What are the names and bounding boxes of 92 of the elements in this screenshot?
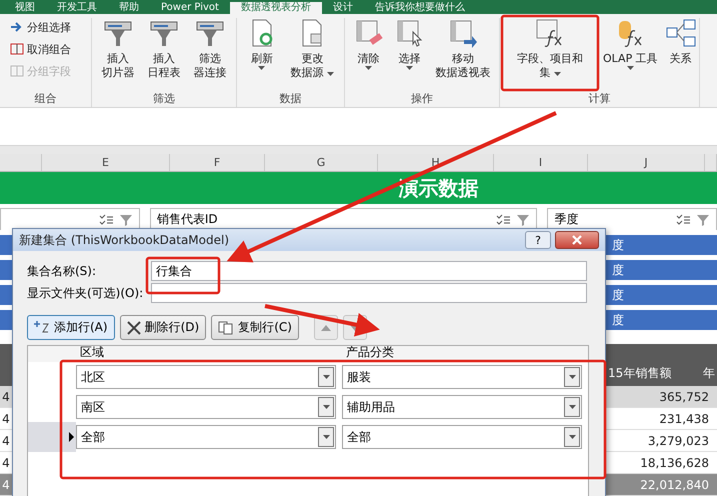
slicer-item[interactable]: 度 xyxy=(606,260,717,280)
arrow-icon xyxy=(10,21,24,33)
grid-column-header: 产品分类 xyxy=(345,346,395,361)
multi-select-icon[interactable] xyxy=(676,214,690,226)
dropdown-arrow-icon xyxy=(568,435,576,439)
table-cell: 22,012,840 xyxy=(606,474,717,496)
slicer-title: 销售代表ID xyxy=(156,211,219,228)
clear-filter-icon[interactable] xyxy=(118,214,133,226)
clear-filter-icon[interactable] xyxy=(696,214,710,226)
ribbon-tab[interactable]: 数据透视表分析 xyxy=(230,2,322,14)
grid-column-header: 区域 xyxy=(79,346,105,361)
caret-icon xyxy=(626,66,634,70)
delete-icon xyxy=(126,320,141,334)
dropdown-field[interactable]: 辅助用品 xyxy=(342,395,582,419)
column-header[interactable]: G xyxy=(265,154,378,171)
ribbon-button[interactable]: 选择 xyxy=(394,18,426,91)
ribbon-button[interactable]: 清除 xyxy=(352,18,384,91)
copy-icon xyxy=(218,320,234,334)
slicer-item[interactable]: 度 xyxy=(606,235,717,255)
ribbon-button[interactable]: 分组选择 xyxy=(10,18,87,36)
group-label: 数据 xyxy=(278,91,302,107)
group-label: 筛选 xyxy=(152,91,176,107)
dropdown-arrow-icon xyxy=(322,405,330,409)
clear-filter-icon[interactable] xyxy=(516,214,530,226)
current-row-icon xyxy=(69,432,74,442)
select-icon xyxy=(394,18,424,48)
multi-select-icon[interactable] xyxy=(496,214,510,226)
column-title: 15年销售额 xyxy=(608,365,672,382)
toolbar-button[interactable]: 添加行(A) xyxy=(27,315,115,340)
ribbon-tab[interactable]: 设计 xyxy=(322,2,364,14)
column-header[interactable]: F xyxy=(170,154,265,171)
ribbon-button[interactable]: 筛选 器连接 xyxy=(192,18,228,91)
dropdown-field[interactable]: 南区 xyxy=(76,395,336,419)
add-row-icon xyxy=(34,320,50,336)
ribbon-button[interactable]: 插入 切片器 xyxy=(100,18,136,91)
dropdown-field[interactable]: 服装 xyxy=(342,365,582,389)
eraser-icon xyxy=(354,18,384,48)
dialog-title: 新建集合 (ThisWorkbookDataModel) xyxy=(19,232,230,248)
multi-select-icon[interactable] xyxy=(98,214,113,226)
dropdown-arrow-icon xyxy=(568,405,576,409)
group-label: 操作 xyxy=(410,91,434,107)
column-header[interactable]: I xyxy=(494,154,588,171)
caret-icon xyxy=(365,66,372,70)
ribbon-button[interactable]: 字段、项目和 集 xyxy=(504,18,596,91)
ribbon-tab[interactable]: 视图 xyxy=(4,2,46,14)
slicer-title: 季度 xyxy=(554,211,580,228)
dropdown-arrow-icon xyxy=(568,375,576,379)
table-header xyxy=(0,344,12,386)
ribbon-button[interactable]: 更改 数据源 xyxy=(290,18,336,91)
group-label: 计算 xyxy=(588,91,612,107)
dropdown-field[interactable]: 全部 xyxy=(76,425,336,449)
caret-icon xyxy=(406,66,413,70)
ribbon-button[interactable]: 取消组合 xyxy=(10,40,87,58)
dropdown-arrow-icon xyxy=(322,375,330,379)
dropdown-arrow-icon xyxy=(322,435,330,439)
column-header[interactable]: E xyxy=(42,154,170,171)
ribbon-button[interactable]: 刷新 xyxy=(246,18,278,91)
group-label: 组合 xyxy=(34,91,58,107)
text-field[interactable]: 行集合 xyxy=(151,261,587,281)
caret-icon xyxy=(258,66,266,70)
slicer-item[interactable]: 度 xyxy=(606,285,717,305)
toolbar-button[interactable]: 删除行(D) xyxy=(120,315,206,340)
caret-icon xyxy=(554,72,561,76)
ribbon-button[interactable]: 移动 数据透视表 xyxy=(434,18,492,91)
ribbon-button[interactable]: 关系 xyxy=(664,18,697,91)
ribbon-tab[interactable]: 开发工具 xyxy=(46,2,108,14)
field-label: 集合名称(S): xyxy=(27,262,98,280)
close-button[interactable] xyxy=(555,231,599,249)
text-field[interactable] xyxy=(151,283,587,303)
ribbon-tab[interactable]: 帮助 xyxy=(108,2,150,14)
field-label: 显示文件夹(可选)(O): xyxy=(27,284,144,302)
slicer-item[interactable]: 度 xyxy=(606,310,717,330)
column-title: 年 xyxy=(703,365,715,382)
table-cell: 365,752 xyxy=(606,386,717,408)
ribbon-button[interactable]: OLAP 工具 xyxy=(602,18,659,91)
dropdown-field[interactable]: 北区 xyxy=(76,365,336,389)
ungroup-icon xyxy=(10,43,24,55)
ribbon-tab[interactable]: 告诉我你想要做什么 xyxy=(364,2,476,14)
up-arrow-icon xyxy=(320,324,331,330)
close-icon xyxy=(571,235,583,245)
table-cell: 4 xyxy=(0,474,12,496)
column-header[interactable]: J xyxy=(588,154,705,171)
toolbar-button[interactable]: 复制行(C) xyxy=(211,315,299,340)
caret-icon xyxy=(327,72,334,76)
relationships-icon xyxy=(666,18,696,48)
ribbon-button[interactable]: 插入 日程表 xyxy=(146,18,182,91)
dropdown-field[interactable]: 全部 xyxy=(342,425,582,449)
group-field-icon xyxy=(10,65,24,77)
help-button[interactable]: ? xyxy=(525,231,551,249)
table-cell: 4 xyxy=(0,386,12,408)
ribbon-tab[interactable]: Power Pivot xyxy=(150,2,230,14)
move-icon xyxy=(448,18,478,48)
